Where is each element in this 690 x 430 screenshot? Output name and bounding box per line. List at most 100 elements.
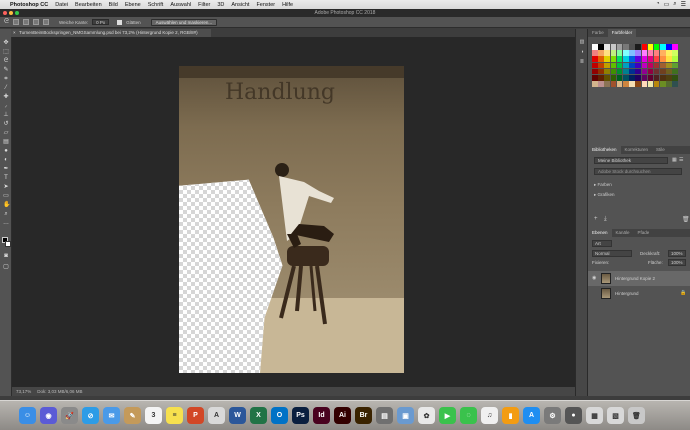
dock-app-acrobat-icon[interactable]: A — [208, 407, 225, 424]
list-view-icon[interactable]: ☰ — [679, 157, 683, 163]
color-swatch[interactable] — [629, 74, 635, 81]
color-swatch[interactable] — [592, 62, 598, 69]
menu-ansicht[interactable]: Ansicht — [231, 2, 249, 8]
color-swatch[interactable] — [635, 44, 641, 50]
tab-ebenen[interactable]: Ebenen — [588, 229, 612, 237]
color-swatch[interactable] — [672, 62, 679, 69]
color-swatch[interactable] — [616, 62, 623, 69]
dock-app-app-store-icon[interactable]: A — [523, 407, 540, 424]
stock-search-input[interactable]: Adobe Stock durchsuchen — [594, 168, 682, 175]
color-swatch[interactable] — [616, 74, 623, 81]
color-swatch[interactable] — [598, 44, 604, 50]
color-swatch[interactable] — [635, 68, 641, 75]
background-color-swatch[interactable] — [5, 241, 11, 247]
tab-kanaele[interactable]: Kanäle — [612, 229, 634, 237]
menu-filter[interactable]: Filter — [198, 2, 210, 8]
dock-app-finder-icon[interactable]: ☺ — [19, 407, 36, 424]
library-dropdown[interactable]: Meine Bibliothek — [594, 157, 668, 164]
dodge-tool-icon[interactable]: ◐ — [3, 157, 9, 163]
color-swatch[interactable] — [604, 68, 610, 75]
dock-app-launchpad-icon[interactable]: 🚀 — [61, 407, 78, 424]
dock-app-stickies-icon[interactable]: ≡ — [166, 407, 183, 424]
document-tab[interactable]: × TurnenBeimBockspringen_NMGSammlung.psd… — [11, 29, 211, 37]
color-swatch[interactable] — [616, 44, 623, 50]
color-swatch[interactable] — [666, 68, 672, 75]
color-swatch[interactable] — [616, 50, 623, 56]
color-swatch[interactable] — [653, 56, 660, 62]
dock-app-illustrator-icon[interactable]: Ai — [334, 407, 351, 424]
dock-app-siri-icon[interactable]: ◉ — [40, 407, 57, 424]
layer-row[interactable]: ◉ Hintergrund Kopie 2 — [588, 271, 690, 286]
zoom-level[interactable]: 73,17% — [16, 387, 31, 396]
color-swatch[interactable] — [666, 50, 672, 56]
color-swatch[interactable] — [653, 81, 660, 87]
color-swatch[interactable] — [604, 44, 610, 50]
notification-center-icon[interactable]: ☰ — [681, 1, 686, 8]
add-content-icon[interactable]: + — [594, 216, 598, 222]
color-swatch[interactable] — [592, 68, 598, 75]
menu-bearbeiten[interactable]: Bearbeiten — [75, 2, 102, 8]
color-swatch[interactable] — [635, 62, 641, 69]
color-swatch[interactable] — [653, 68, 660, 75]
dock-app-messages-icon[interactable]: ◌ — [460, 407, 477, 424]
color-swatch[interactable] — [653, 50, 660, 56]
color-swatch[interactable] — [629, 56, 635, 62]
dock-app-downloads-icon[interactable]: ▦ — [586, 407, 603, 424]
color-swatch[interactable] — [610, 56, 617, 62]
color-swatch[interactable] — [635, 74, 641, 81]
fill-input[interactable]: 100% — [668, 259, 686, 266]
dock-app-indesign-icon[interactable]: Id — [313, 407, 330, 424]
color-swatch[interactable] — [616, 81, 623, 87]
zoom-window-icon[interactable] — [15, 11, 19, 15]
blend-mode-dropdown[interactable]: Normal — [592, 250, 632, 257]
tab-farbfelder[interactable]: Farbfelder — [607, 29, 637, 37]
spotlight-icon[interactable]: ⌕ — [673, 1, 676, 8]
edit-toolbar-icon[interactable]: … — [3, 220, 9, 226]
color-swatch[interactable] — [598, 50, 604, 56]
dock-app-music-icon[interactable]: ♫ — [481, 407, 498, 424]
history-brush-tool-icon[interactable]: ↺ — [3, 121, 9, 127]
dock-app-outlook-icon[interactable]: O — [271, 407, 288, 424]
color-swatch[interactable] — [616, 68, 623, 75]
color-swatch[interactable] — [660, 62, 666, 69]
color-swatch[interactable] — [610, 50, 617, 56]
color-swatch[interactable] — [622, 56, 629, 62]
color-swatch[interactable] — [672, 50, 679, 56]
close-window-icon[interactable] — [3, 11, 7, 15]
color-swatch[interactable] — [660, 56, 666, 62]
color-swatch[interactable] — [641, 62, 648, 69]
color-swatch[interactable] — [635, 81, 641, 87]
color-swatch[interactable] — [635, 56, 641, 62]
dock-app-powerpoint-icon[interactable]: P — [187, 407, 204, 424]
quick-mask-icon[interactable]: ◙ — [3, 253, 9, 259]
select-and-mask-button[interactable]: Auswählen und maskieren... — [150, 18, 218, 26]
color-swatch[interactable] — [672, 74, 679, 81]
color-swatch[interactable] — [622, 81, 629, 87]
blur-tool-icon[interactable]: ● — [3, 148, 9, 154]
menu-ebene[interactable]: Ebene — [125, 2, 141, 8]
color-swatch[interactable] — [629, 62, 635, 69]
intersect-selection-icon[interactable] — [42, 19, 49, 25]
color-swatch[interactable] — [666, 56, 672, 62]
battery-icon[interactable]: ▭ — [664, 1, 670, 8]
dock-app-bridge-icon[interactable]: Br — [355, 407, 372, 424]
color-swatch[interactable] — [604, 50, 610, 56]
pen-tool-icon[interactable]: ✒ — [3, 166, 9, 172]
menu-hilfe[interactable]: Hilfe — [282, 2, 293, 8]
healing-brush-tool-icon[interactable]: ✚ — [3, 94, 9, 100]
tab-bibliotheken[interactable]: Bibliotheken — [588, 146, 621, 154]
color-swatch[interactable] — [616, 56, 623, 62]
color-swatch[interactable] — [622, 50, 629, 56]
color-swatch[interactable] — [598, 56, 604, 62]
color-swatch[interactable] — [653, 44, 660, 50]
menu-bild[interactable]: Bild — [109, 2, 118, 8]
marquee-tool-icon[interactable]: ⬚ — [3, 49, 9, 55]
color-swatch[interactable] — [629, 81, 635, 87]
wifi-icon[interactable]: ◔ — [656, 1, 660, 8]
path-selection-tool-icon[interactable]: ➤ — [3, 184, 9, 190]
dock-app-preview-icon[interactable]: ▣ — [397, 407, 414, 424]
color-swatch[interactable] — [666, 62, 672, 69]
hand-tool-icon[interactable]: ✋ — [3, 202, 10, 208]
color-swatch[interactable] — [592, 44, 598, 50]
color-swatch[interactable] — [592, 81, 598, 87]
